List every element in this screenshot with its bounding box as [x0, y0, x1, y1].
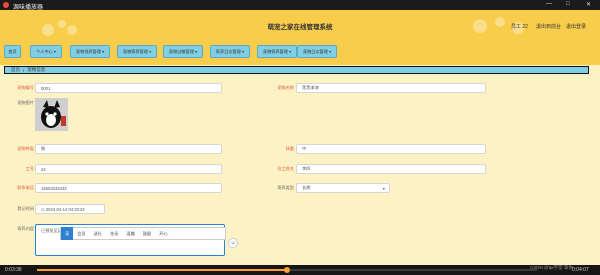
chevron-down-icon: ▾ — [382, 185, 385, 191]
pet-photo-label: 宠物图片 — [17, 100, 34, 105]
nav-menu-label: 宠物寄养管理 — [262, 48, 288, 54]
progress-fill — [37, 269, 287, 271]
foster-type-label: 寄养类型 — [277, 185, 294, 190]
nav-menu-3[interactable]: 宠物过敏管理 ▾ — [163, 45, 203, 58]
employee-id-field[interactable]: 22 — [35, 164, 222, 174]
weight-label: 体重 — [285, 146, 294, 151]
watermark: CSDN @tp/学堂 等你 — [530, 265, 573, 270]
progress-handle[interactable] — [284, 267, 290, 273]
nav-menu-5[interactable]: 宠物寄养管理 ▾ — [257, 45, 297, 58]
app-window: 萌宠之家在线管理系统 员工 22 退出到前台 退出登录 首页 个人中心 ▾ 宠物… — [0, 10, 600, 265]
emoji-item[interactable]: 鼓励 — [139, 227, 155, 240]
nav-home[interactable]: 首页 — [4, 45, 21, 58]
note-label: 寄养内容 — [17, 226, 34, 231]
progress-bar[interactable] — [37, 267, 537, 273]
emoji-item[interactable]: 逗趣 — [122, 227, 138, 240]
pet-photo — [35, 98, 68, 131]
weight-field[interactable]: 中 — [296, 144, 486, 154]
app-header: 萌宠之家在线管理系统 员工 22 退出到前台 退出登录 — [0, 10, 600, 41]
nav-menu-label: 宠物寄养管理 — [122, 48, 148, 54]
logout-link[interactable]: 退出登录 — [566, 23, 586, 30]
player-logo-icon — [3, 2, 9, 8]
current-time: 0:03:38 — [5, 267, 22, 273]
maximize-icon[interactable]: □ — [566, 1, 570, 7]
pet-id-field[interactable]: 0001 — [35, 83, 222, 93]
species-label: 宠物种类 — [17, 146, 34, 151]
nav-bar: 首页 个人中心 ▾ 宠物领养管理 ▾ 宠物寄养管理 ▾ 宠物过敏管理 ▾ 寄养日… — [0, 41, 600, 65]
front-link[interactable]: 退出到前台 — [536, 23, 561, 30]
nav-menu-6[interactable]: 宠物日志管理 ▾ — [297, 45, 337, 58]
nav-menu-label: 宠物日志管理 — [302, 48, 328, 54]
nav-menu-4[interactable]: 寄养日志管理 ▾ — [210, 45, 250, 58]
nav-personal-center[interactable]: 个人中心 ▾ — [30, 45, 62, 58]
emoji-item[interactable]: 宠 — [61, 227, 74, 240]
nav-menu-1[interactable]: 宠物领养管理 ▾ — [70, 45, 110, 58]
employee-name-field[interactable]: 李四 — [296, 164, 486, 174]
employee-id-label: 工号 — [25, 166, 34, 171]
phone-label: 联系电话 — [17, 185, 34, 190]
nav-menu-2[interactable]: 宠物寄养管理 ▾ — [117, 45, 157, 58]
breadcrumb-home[interactable]: 首页 — [11, 67, 20, 73]
app-title: 萌宠之家在线管理系统 — [267, 24, 333, 31]
time-value: 2022-04-14 04:33:22 — [45, 206, 85, 212]
emoji-item[interactable]: 花朵 — [106, 227, 122, 240]
phone-field[interactable]: 15503333333 — [35, 183, 222, 193]
foster-type-select[interactable]: 长期 ▾ — [296, 183, 390, 193]
minimize-icon[interactable]: — — [546, 1, 552, 7]
emoji-item[interactable]: 开心 — [155, 227, 171, 240]
employee-name-label: 员工姓名 — [277, 166, 294, 171]
breadcrumb-separator: / — [23, 67, 25, 73]
pet-id-label: 宠物编号 — [17, 85, 34, 90]
close-icon[interactable]: ✕ — [586, 1, 591, 8]
emoji-item[interactable]: 会员 — [73, 227, 89, 240]
emoji-item[interactable]: 送礼 — [90, 227, 106, 240]
breadcrumb: 首页 / 宠物信息 — [4, 66, 589, 74]
time-field[interactable]: ◷ 2022-04-14 04:33:22 — [35, 204, 105, 214]
time-label: 登记时间 — [17, 206, 34, 211]
nav-menu-label: 寄养日志管理 — [215, 48, 241, 54]
emoji-toolbar: 宠 会员 送礼 花朵 逗趣 鼓励 开心 — [60, 227, 226, 240]
emoji-toggle-icon[interactable]: ☺ — [228, 238, 238, 248]
nav-menu-label: 宠物过敏管理 — [168, 48, 194, 54]
pet-name-label: 宠物名称 — [277, 85, 294, 90]
foster-type-value: 长期 — [302, 185, 311, 190]
nav-menu-label: 宠物领养管理 — [75, 48, 101, 54]
user-label: 员工 22 — [511, 24, 528, 30]
nav-personal-label: 个人中心 — [35, 48, 53, 54]
player-control-bar: 0:03:38 CSDN @tp/学堂 等你 0:04:07 — [0, 265, 600, 275]
pet-name-field[interactable]: 黑黑漆漆 — [296, 83, 486, 93]
species-field[interactable]: 狗 — [35, 144, 222, 154]
breadcrumb-current: 宠物信息 — [27, 67, 46, 72]
player-title-bar: 源味播放器 — □ ✕ — [0, 0, 600, 11]
total-time: 0:04:07 — [572, 267, 589, 273]
